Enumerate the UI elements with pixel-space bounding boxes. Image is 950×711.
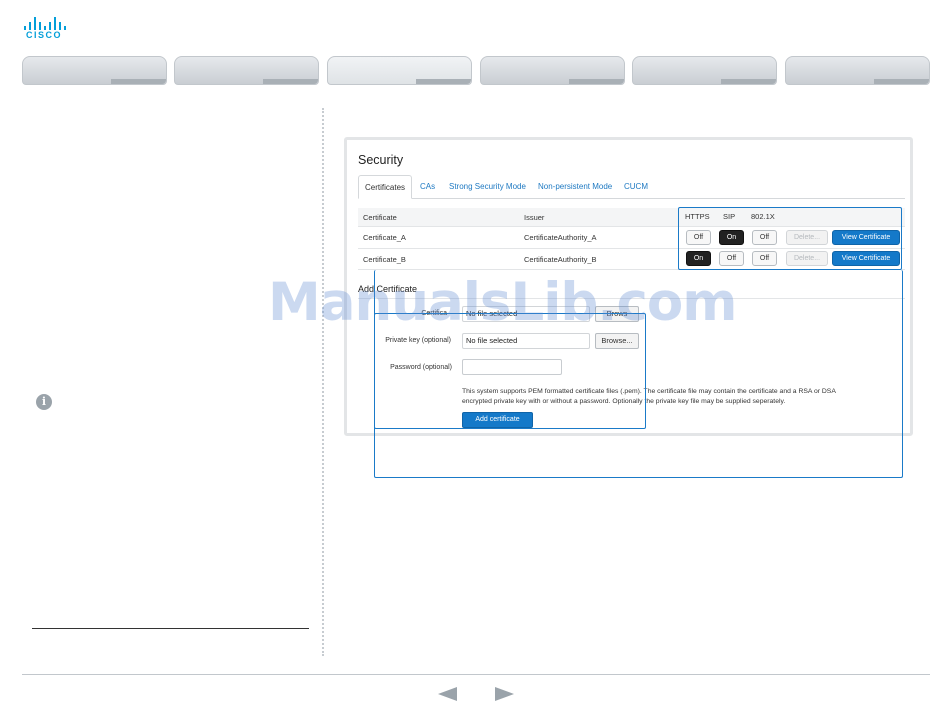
tab-certificates[interactable]: Certificates xyxy=(358,175,413,199)
footer-divider xyxy=(22,674,930,675)
nav-tab-3[interactable] xyxy=(327,56,472,85)
column-header-issuer: Issuer xyxy=(524,213,545,222)
nav-tab-6[interactable] xyxy=(785,56,930,85)
cert-issuer: CertificateAuthority_B xyxy=(524,255,597,264)
page-title: Security xyxy=(358,153,404,167)
column-separator xyxy=(322,108,324,656)
cert-name: Certificate_B xyxy=(363,255,406,264)
tab-strong-security-mode[interactable]: Strong Security Mode xyxy=(449,175,526,199)
tab-cucm[interactable]: CUCM xyxy=(624,175,648,199)
info-icon: i xyxy=(36,394,52,410)
nav-tab-1[interactable] xyxy=(22,56,167,85)
cisco-logo-bars xyxy=(24,16,68,30)
main-nav-tabs xyxy=(22,56,930,86)
left-divider xyxy=(32,628,309,629)
tab-non-persistent-mode[interactable]: Non-persistent Mode xyxy=(538,175,612,199)
nav-tab-5[interactable] xyxy=(632,56,777,85)
watermark: ManualsLib.com xyxy=(268,272,738,333)
cert-issuer: CertificateAuthority_A xyxy=(524,233,597,242)
security-tabs: Certificates CAs Strong Security Mode No… xyxy=(358,175,905,199)
tab-cas[interactable]: CAs xyxy=(420,175,435,199)
cisco-logo: CISCO xyxy=(24,16,70,42)
callout-usage-toggles xyxy=(678,207,902,270)
nav-tab-2[interactable] xyxy=(174,56,319,85)
nav-tab-4[interactable] xyxy=(480,56,625,85)
column-header-certificate: Certificate xyxy=(363,213,397,222)
cert-name: Certificate_A xyxy=(363,233,406,242)
previous-page-arrow-icon[interactable] xyxy=(438,687,457,701)
next-page-arrow-icon[interactable] xyxy=(495,687,514,701)
cisco-logo-text: CISCO xyxy=(26,30,63,40)
left-column: i xyxy=(22,100,322,660)
